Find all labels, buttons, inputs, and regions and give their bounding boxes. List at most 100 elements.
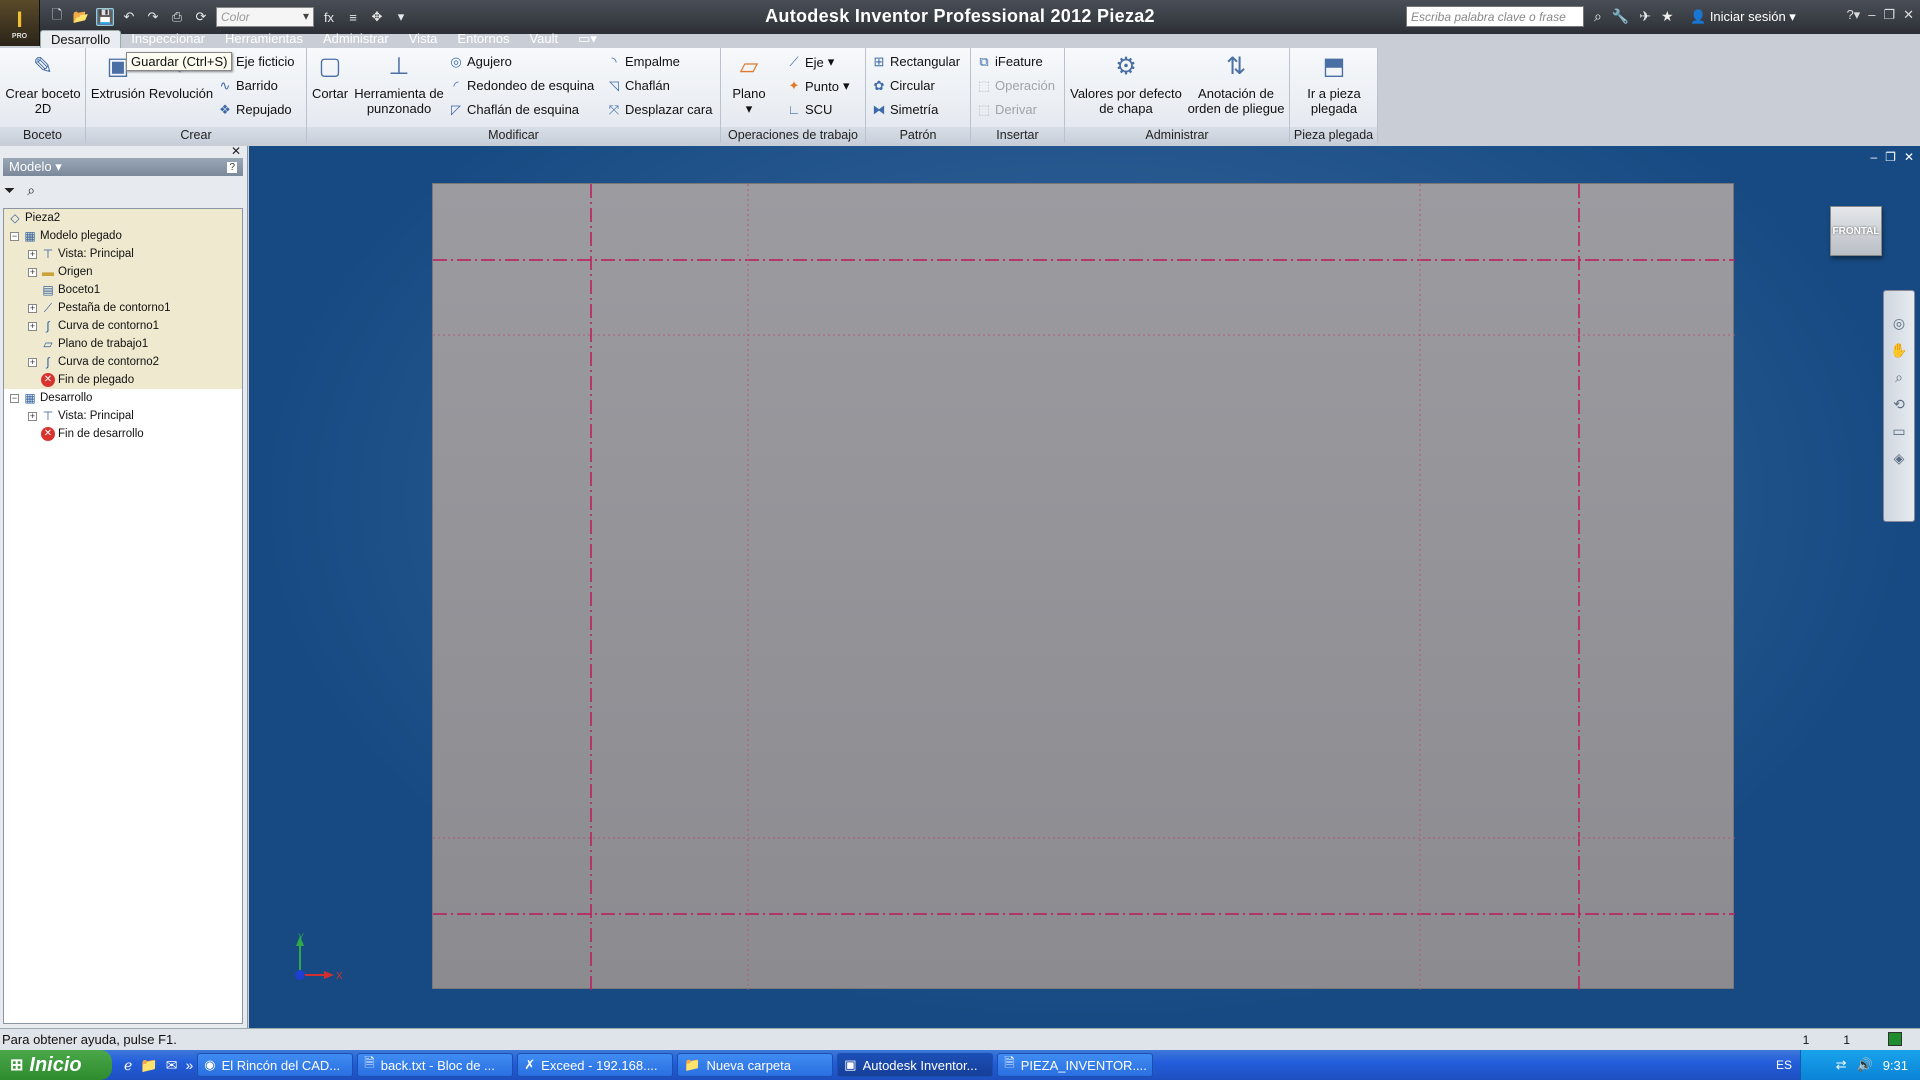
- redondeo-esquina-button[interactable]: ◜ Redondeo de esquina: [449, 78, 594, 93]
- browser-close-icon[interactable]: ✕: [231, 144, 241, 158]
- task-exceed[interactable]: ✗ Exceed - 192.168....: [517, 1053, 674, 1077]
- punzonado-button[interactable]: ⊥ Herramienta de punzonado: [351, 52, 447, 116]
- browser-header[interactable]: Modelo ▾ ?: [3, 158, 243, 176]
- tree-item-fin-plegado[interactable]: ✕ Fin de plegado: [4, 371, 242, 389]
- chaflan-esquina-button[interactable]: ◸ Chaflán de esquina: [449, 102, 579, 117]
- doc-close-icon[interactable]: ✕: [1904, 150, 1914, 164]
- network-icon[interactable]: ⇄: [1836, 1057, 1847, 1073]
- print-icon[interactable]: ⎙: [168, 9, 186, 25]
- outlook-icon[interactable]: ✉: [166, 1057, 178, 1074]
- expand-icon[interactable]: +: [28, 411, 37, 421]
- quick-launch-more-icon[interactable]: »: [185, 1057, 193, 1074]
- expand-icon[interactable]: +: [28, 249, 37, 259]
- ir-pieza-plegada-button[interactable]: ⬒ Ir a pieza plegada: [1292, 52, 1376, 116]
- language-indicator[interactable]: ES: [1776, 1058, 1792, 1072]
- update-icon[interactable]: ⟳: [192, 9, 210, 25]
- tab-vista[interactable]: Vista: [399, 30, 448, 48]
- tab-vault[interactable]: Vault: [519, 30, 568, 48]
- tab-entornos[interactable]: Entornos: [447, 30, 519, 48]
- find-icon[interactable]: ⌕: [27, 182, 35, 199]
- task-pieza-inventor[interactable]: 🗎 PIEZA_INVENTOR....: [997, 1053, 1154, 1077]
- doc-restore-icon[interactable]: ❐: [1885, 150, 1896, 164]
- tree-item-origen[interactable]: + ▬ Origen: [4, 263, 242, 281]
- fx-icon[interactable]: fx: [320, 10, 338, 25]
- favorites-icon[interactable]: ★: [1661, 8, 1674, 25]
- expand-icon[interactable]: +: [28, 321, 37, 331]
- tab-herramientas[interactable]: Herramientas: [215, 30, 313, 48]
- flat-pattern-part[interactable]: [432, 183, 1735, 990]
- tab-administrar[interactable]: Administrar: [313, 30, 399, 48]
- expand-icon[interactable]: +: [28, 303, 37, 313]
- agujero-button[interactable]: ◎ Agujero: [449, 54, 511, 69]
- ribbon-options-icon[interactable]: ▭▾: [568, 30, 607, 48]
- redo-icon[interactable]: ↷: [144, 9, 162, 25]
- tree-item-curva-contorno1[interactable]: + ∫ Curva de contorno1: [4, 317, 242, 335]
- application-menu-button[interactable]: I PRO: [0, 0, 40, 46]
- collapse-icon[interactable]: −: [10, 393, 19, 403]
- cortar-button[interactable]: ▢ Cortar: [309, 52, 351, 101]
- clock[interactable]: 9:31: [1883, 1058, 1908, 1073]
- task-notepad[interactable]: 🗎 back.txt - Bloc de ...: [357, 1053, 514, 1077]
- plano-button[interactable]: ▱ Plano ▾: [727, 52, 771, 116]
- signin-button[interactable]: 👤 Iniciar sesión ▾: [1690, 9, 1796, 25]
- task-folder[interactable]: 📁 Nueva carpeta: [677, 1053, 834, 1077]
- save-icon[interactable]: 💾: [96, 8, 114, 26]
- subscription-icon[interactable]: 🔧: [1612, 8, 1629, 25]
- circular-button[interactable]: ✿ Circular: [872, 78, 935, 93]
- tree-item-boceto1[interactable]: ▤ Boceto1: [4, 281, 242, 299]
- view-face-icon[interactable]: ◈: [1894, 450, 1905, 467]
- color-combo[interactable]: Color: [216, 7, 314, 27]
- tree-item-modelo-plegado[interactable]: − ▦ Modelo plegado: [4, 227, 242, 245]
- ie-icon[interactable]: ℯ: [124, 1057, 132, 1074]
- undo-icon[interactable]: ↶: [120, 9, 138, 25]
- explorer-icon[interactable]: 📁: [140, 1057, 157, 1074]
- zoom-icon[interactable]: ⌕: [1895, 369, 1903, 386]
- move-icon[interactable]: ✥: [368, 9, 386, 25]
- pan-icon[interactable]: ✋: [1890, 342, 1907, 359]
- line-weight-icon[interactable]: ≡: [344, 10, 362, 25]
- expand-icon[interactable]: +: [28, 267, 37, 277]
- communication-icon[interactable]: ✈: [1639, 8, 1651, 25]
- tree-item-pestana-contorno1[interactable]: + ⟋ Pestaña de contorno1: [4, 299, 242, 317]
- volume-icon[interactable]: 🔊: [1857, 1057, 1873, 1073]
- viewcube[interactable]: FRONTAL: [1830, 206, 1882, 256]
- tree-item-curva-contorno2[interactable]: + ∫ Curva de contorno2: [4, 353, 242, 371]
- repujado-button[interactable]: ❖ Repujado: [218, 102, 291, 117]
- tab-inspeccionar[interactable]: Inspeccionar: [121, 30, 215, 48]
- tab-desarrollo[interactable]: Desarrollo: [40, 30, 122, 48]
- close-icon[interactable]: ✕: [1903, 7, 1914, 23]
- operacion-button[interactable]: ⬚ Operación: [977, 78, 1055, 93]
- desplazar-cara-button[interactable]: ⤧ Desplazar cara: [607, 102, 713, 117]
- binoculars-icon[interactable]: ⌕: [1594, 8, 1602, 25]
- tree-item-desarrollo[interactable]: − ▦ Desarrollo: [4, 389, 242, 407]
- doc-minimize-icon[interactable]: –: [1870, 150, 1877, 164]
- help-icon[interactable]: ?▾: [1846, 7, 1860, 23]
- steering-wheel-icon[interactable]: ◎: [1893, 315, 1905, 332]
- tree-item-vista-principal-2[interactable]: + ⊤ Vista: Principal: [4, 407, 242, 425]
- ifeature-button[interactable]: ⧉ iFeature: [977, 54, 1042, 69]
- restore-icon[interactable]: ❐: [1883, 7, 1895, 23]
- create-sketch-button[interactable]: ✎ Crear boceto 2D: [4, 52, 82, 116]
- chaflan-button[interactable]: ◹ Chaflán: [607, 78, 670, 93]
- filter-icon[interactable]: ⏷: [4, 182, 15, 199]
- task-firefox[interactable]: ◉ El Rincón del CAD...: [197, 1053, 354, 1077]
- look-at-icon[interactable]: ▭: [1892, 423, 1905, 440]
- new-file-icon[interactable]: 🗋: [48, 6, 66, 28]
- browser-help-icon[interactable]: ?: [227, 161, 237, 173]
- collapse-icon[interactable]: −: [10, 231, 19, 241]
- minimize-icon[interactable]: –: [1868, 7, 1875, 23]
- help-search-input[interactable]: Escriba palabra clave o frase: [1406, 6, 1584, 27]
- anotacion-pliegue-button[interactable]: ⇅ Anotación de orden de pliegue: [1185, 52, 1287, 116]
- expand-icon[interactable]: +: [28, 357, 37, 367]
- start-button[interactable]: ⊞ Inicio: [0, 1050, 112, 1080]
- qat-dropdown-icon[interactable]: ▾: [392, 9, 410, 25]
- tree-item-pieza2[interactable]: ◇ Pieza2: [4, 209, 242, 227]
- empalme-button[interactable]: ◝ Empalme: [607, 54, 679, 69]
- simetria-button[interactable]: ⧓ Simetría: [872, 102, 939, 117]
- tree-item-vista-principal[interactable]: + ⊤ Vista: Principal: [4, 245, 242, 263]
- tree-item-plano-trabajo1[interactable]: ▱ Plano de trabajo1: [4, 335, 242, 353]
- eje-button[interactable]: ⟋ Eje ▾: [787, 54, 834, 70]
- task-inventor[interactable]: ▣ Autodesk Inventor...: [837, 1053, 994, 1077]
- barrido-button[interactable]: ∿ Barrido: [218, 78, 278, 93]
- valores-chapa-button[interactable]: ⚙ Valores por defecto de chapa: [1067, 52, 1185, 116]
